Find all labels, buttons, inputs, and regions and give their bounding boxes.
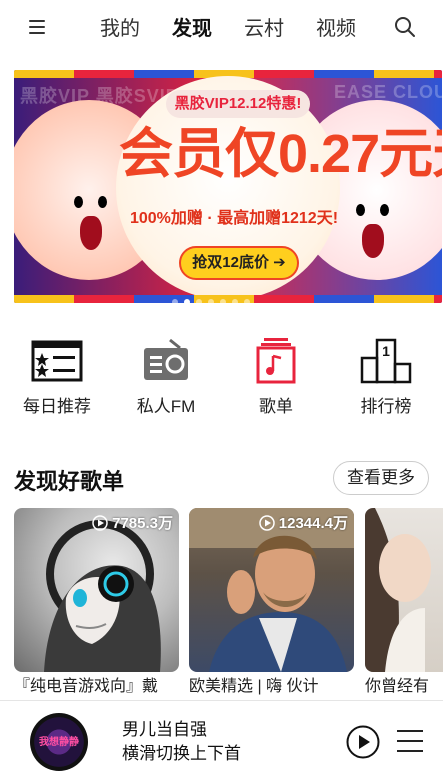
calendar-list-icon xyxy=(31,340,83,382)
entry-label: 排行榜 xyxy=(360,397,412,416)
play-count: 7785.3万 xyxy=(92,512,173,533)
tab-video[interactable]: 视频 xyxy=(300,14,372,44)
play-icon[interactable] xyxy=(346,725,380,759)
svg-text:1: 1 xyxy=(382,343,390,359)
pagination-dot[interactable] xyxy=(244,299,250,303)
entry-ranking[interactable]: 1 排行榜 xyxy=(336,336,436,417)
banner-cta-label: 抢双12底价 xyxy=(192,254,269,271)
ghost-face-left xyxy=(70,196,110,258)
quick-entries: 每日推荐 私人FM 歌单 1 排行榜 xyxy=(0,336,443,426)
playlist-carousel[interactable]: 7785.3万 『纯电音游戏向』戴 12344.4万 欧美精选 | 嗨 伙计 你… xyxy=(14,508,443,700)
playlist-card[interactable]: 12344.4万 欧美精选 | 嗨 伙计 xyxy=(189,508,354,698)
ghost-face-right xyxy=(352,204,392,266)
banner-pill: 黑胶VIP12.12特惠! xyxy=(166,90,310,118)
top-tabs: 我的 发现 云村 视频 xyxy=(84,14,372,44)
view-more-button[interactable]: 查看更多 xyxy=(333,461,429,495)
play-count-value: 7785.3万 xyxy=(112,515,173,532)
play-count: 12344.4万 xyxy=(259,512,348,533)
tab-village[interactable]: 云村 xyxy=(228,14,300,44)
hamburger-icon[interactable] xyxy=(29,18,47,34)
song-title: 男儿当自强 xyxy=(122,720,207,739)
pagination-dot[interactable] xyxy=(208,299,214,303)
section-title: 发现好歌单 xyxy=(14,469,125,494)
pagination-dot[interactable] xyxy=(220,299,226,303)
banner-pagination xyxy=(172,299,250,303)
play-circle-icon xyxy=(92,514,108,531)
search-icon[interactable] xyxy=(394,16,416,38)
pagination-dot[interactable] xyxy=(196,299,202,303)
playlist-title: 『纯电音游戏向』戴 xyxy=(14,678,159,695)
banner-subline: 100%加赠 · 最高加赠1212天! xyxy=(129,210,339,227)
radio-icon xyxy=(144,338,188,380)
play-circle-icon xyxy=(259,514,275,531)
playlist-cover: 12344.4万 xyxy=(189,508,354,672)
playlist-queue-icon[interactable] xyxy=(397,729,425,753)
playlist-cover: 7785.3万 xyxy=(14,508,179,672)
playlist-cover xyxy=(365,508,443,672)
pagination-dot[interactable] xyxy=(232,299,238,303)
podium-icon: 1 xyxy=(360,338,412,384)
arrow-right-icon: ➔ xyxy=(268,254,286,271)
top-bar: 我的 发现 云村 视频 xyxy=(0,0,443,58)
pagination-dot[interactable] xyxy=(184,299,190,303)
album-cover-text: 我想静静 xyxy=(39,737,79,748)
person-photo xyxy=(365,508,431,672)
mini-player[interactable]: 我想静静 男儿当自强 横滑切换上下首 xyxy=(0,700,443,783)
banner-headline: 会员仅0.27元天 xyxy=(119,124,442,184)
entry-playlist[interactable]: 歌单 xyxy=(226,336,326,417)
entry-label: 歌单 xyxy=(259,397,293,416)
playlist-title: 你曾经有 xyxy=(365,678,430,695)
promo-banner[interactable]: 黑胶VIP 黑胶SVIP EASE CLOUD MUS 黑胶VIP12.12特惠… xyxy=(14,70,442,303)
swipe-hint: 横滑切换上下首 xyxy=(122,744,241,763)
playlist-title: 欧美精选 | 嗨 伙计 xyxy=(189,678,319,695)
entry-personal-fm[interactable]: 私人FM xyxy=(116,336,216,417)
tab-mine[interactable]: 我的 xyxy=(84,14,156,44)
entry-daily-recommend[interactable]: 每日推荐 xyxy=(7,336,107,417)
play-count-value: 12344.4万 xyxy=(278,515,348,532)
banner-cta-button[interactable]: 抢双12底价 ➔ xyxy=(179,246,299,280)
tab-discover[interactable]: 发现 xyxy=(156,14,228,44)
entry-label: 每日推荐 xyxy=(23,397,91,416)
playlist-card[interactable]: 你曾经有 xyxy=(365,508,443,698)
playlist-card[interactable]: 7785.3万 『纯电音游戏向』戴 xyxy=(14,508,179,698)
playlist-icon xyxy=(256,338,296,384)
entry-label: 私人FM xyxy=(136,397,196,416)
pagination-dot[interactable] xyxy=(172,299,178,303)
album-disc[interactable]: 我想静静 xyxy=(30,713,88,771)
